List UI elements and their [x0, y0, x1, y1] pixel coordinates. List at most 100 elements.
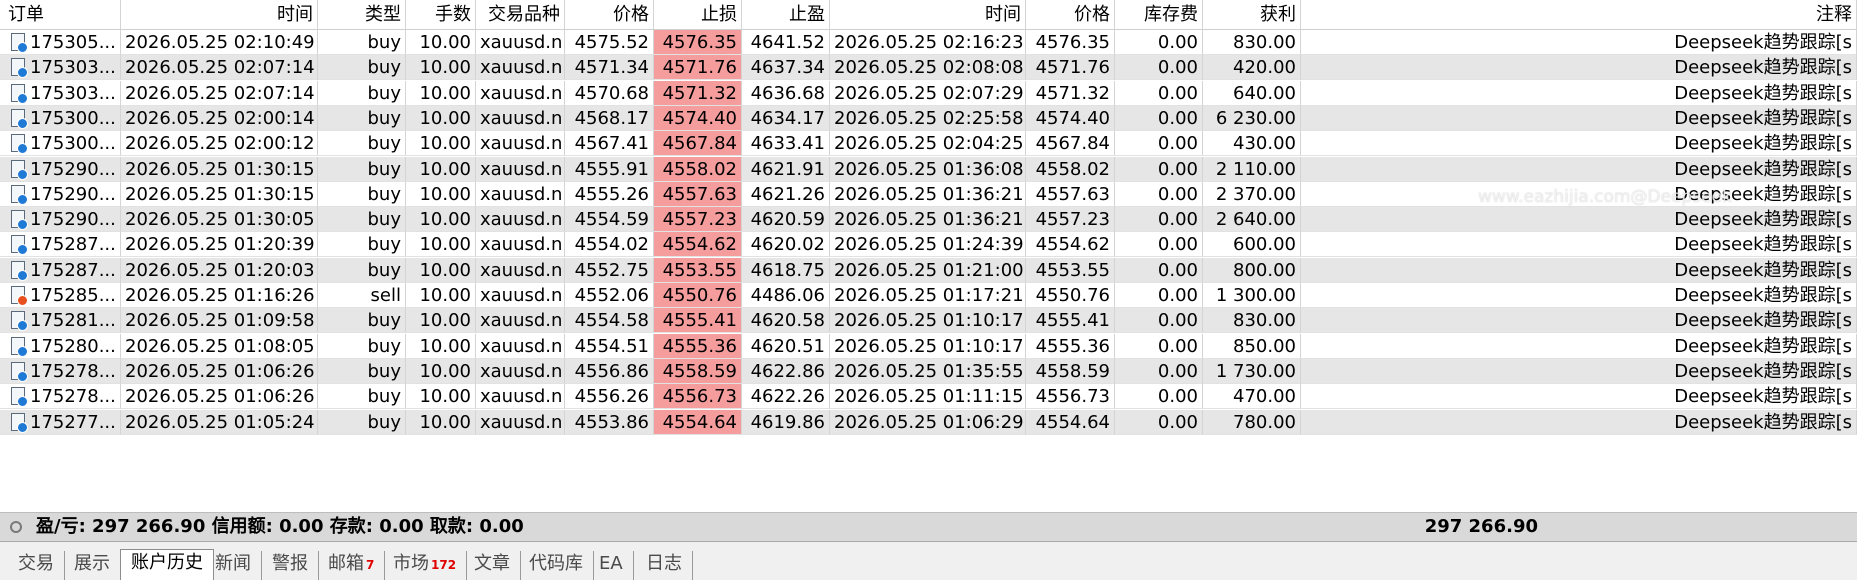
- table-row[interactable]: 175287... 2026.05.25 01:20:39 buy 10.00 xauu…: [0, 232, 1857, 258]
- column-header-profit[interactable]: 获利: [1203, 0, 1301, 30]
- buy-order-icon: [11, 210, 28, 231]
- cell-type: buy: [318, 207, 406, 233]
- column-header-symbol[interactable]: 交易品种: [476, 0, 565, 30]
- cell-open-time: 2026.05.25 01:06:26: [121, 358, 318, 384]
- tab-label: 新闻: [215, 553, 251, 574]
- table-row[interactable]: 175300... 2026.05.25 02:00:14 buy 10.00 xauu…: [0, 105, 1857, 131]
- tab-5[interactable]: 邮箱 7: [318, 551, 386, 580]
- cell-profit: 830.00: [1203, 308, 1301, 334]
- cell-close-time: 2026.05.25 02:08:08: [830, 55, 1026, 81]
- table-row[interactable]: 175280... 2026.05.25 01:08:05 buy 10.00 xauu…: [0, 333, 1857, 359]
- cell-close-time: 2026.05.25 01:36:21: [830, 181, 1026, 207]
- cell-profit: 600.00: [1203, 232, 1301, 258]
- tab-10[interactable]: 日志: [636, 551, 693, 580]
- cell-take-profit: 4619.86: [742, 409, 830, 435]
- cell-lots: 10.00: [406, 409, 476, 435]
- cell-close-time: 2026.05.25 02:04:25: [830, 131, 1026, 157]
- tab-4[interactable]: 警报: [262, 551, 319, 580]
- cell-stop-loss: 4567.84: [654, 131, 742, 157]
- column-header-stop-loss[interactable]: 止损: [654, 0, 742, 30]
- table-row[interactable]: 175278... 2026.05.25 01:06:26 buy 10.00 xauu…: [0, 358, 1857, 384]
- buy-order-icon: [11, 184, 28, 205]
- cell-type: sell: [318, 283, 406, 308]
- cell-take-profit: 4634.17: [742, 105, 830, 131]
- cell-close-price: 4576.35: [1026, 30, 1115, 55]
- table-row[interactable]: 175277... 2026.05.25 01:05:24 buy 10.00 xauu…: [0, 409, 1857, 435]
- cell-take-profit: 4486.06: [742, 283, 830, 308]
- column-header-close-time[interactable]: 时间: [830, 0, 1026, 30]
- cell-lots: 10.00: [406, 80, 476, 106]
- cell-comment: Deepseek趋势跟踪[s: [1301, 156, 1857, 182]
- cell-take-profit: 4622.26: [742, 384, 830, 410]
- tab-8[interactable]: 代码库: [519, 551, 594, 580]
- table-row[interactable]: 175300... 2026.05.25 02:00:12 buy 10.00 xauu…: [0, 131, 1857, 157]
- order-status-dot-icon: [17, 193, 28, 205]
- cell-take-profit: 4620.51: [742, 333, 830, 359]
- table-row[interactable]: 175303... 2026.05.25 02:07:14 buy 10.00 xauu…: [0, 55, 1857, 81]
- cell-open-price: 4554.51: [565, 333, 654, 359]
- table-row[interactable]: 175281... 2026.05.25 01:09:58 buy 10.00 xauu…: [0, 308, 1857, 334]
- table-row[interactable]: 175285... 2026.05.25 01:16:26 sell 10.00 xau…: [0, 283, 1857, 308]
- cell-swap: 0.00: [1115, 232, 1203, 258]
- table-row[interactable]: 175278... 2026.05.25 01:06:26 buy 10.00 xauu…: [0, 384, 1857, 410]
- cell-open-time: 2026.05.25 02:07:14: [121, 80, 318, 106]
- order-status-dot-icon: [17, 92, 28, 104]
- cell-take-profit: 4620.02: [742, 232, 830, 258]
- column-header-type[interactable]: 类型: [318, 0, 406, 30]
- table-row[interactable]: 175305... 2026.05.25 02:10:49 buy 10.00 xauu…: [0, 30, 1857, 55]
- column-header-take-profit[interactable]: 止盈: [742, 0, 830, 30]
- cell-swap: 0.00: [1115, 30, 1203, 55]
- table-row[interactable]: 175303... 2026.05.25 02:07:14 buy 10.00 xauu…: [0, 80, 1857, 106]
- cell-symbol: xauusd.n: [476, 207, 565, 233]
- cell-lots: 10.00: [406, 207, 476, 233]
- cell-close-time: 2026.05.25 01:06:29: [830, 409, 1026, 435]
- buy-order-icon: [11, 134, 28, 155]
- column-header-comment[interactable]: 注释: [1301, 0, 1857, 30]
- cell-close-time: 2026.05.25 01:21:00: [830, 257, 1026, 283]
- cell-close-time: 2026.05.25 02:16:23: [830, 30, 1026, 55]
- table-row[interactable]: 175290... 2026.05.25 01:30:15 buy 10.00 xauu…: [0, 181, 1857, 207]
- column-header-open-price[interactable]: 价格: [565, 0, 654, 30]
- cell-comment: Deepseek趋势跟踪[s: [1301, 384, 1857, 410]
- sell-order-icon: [11, 286, 28, 306]
- cell-stop-loss: 4554.64: [654, 409, 742, 435]
- cell-swap: 0.00: [1115, 80, 1203, 106]
- column-header-close-price[interactable]: 价格: [1026, 0, 1115, 30]
- collapse-icon[interactable]: [10, 521, 22, 533]
- cell-open-price: 4556.26: [565, 384, 654, 410]
- tab-0[interactable]: 交易: [8, 551, 65, 580]
- column-header-open-time[interactable]: 时间: [121, 0, 318, 30]
- cell-type: buy: [318, 308, 406, 334]
- column-header-swap[interactable]: 库存费: [1115, 0, 1203, 30]
- table-row[interactable]: 175290... 2026.05.25 01:30:05 buy 10.00 xauu…: [0, 207, 1857, 233]
- table-row[interactable]: 175287... 2026.05.25 01:20:03 buy 10.00 xauu…: [0, 257, 1857, 283]
- cell-open-time: 2026.05.25 01:30:15: [121, 156, 318, 182]
- cell-take-profit: 4618.75: [742, 257, 830, 283]
- column-header-lots[interactable]: 手数: [406, 0, 476, 30]
- cell-open-time: 2026.05.25 01:09:58: [121, 308, 318, 334]
- cell-lots: 10.00: [406, 55, 476, 81]
- tab-3[interactable]: 新闻: [205, 551, 262, 580]
- tab-9[interactable]: EA: [589, 551, 634, 580]
- tab-label: 账户历史: [131, 552, 203, 573]
- buy-order-icon: [11, 159, 28, 180]
- cell-comment: Deepseek趋势跟踪[s: [1301, 80, 1857, 106]
- cell-close-time: 2026.05.25 02:25:58: [830, 105, 1026, 131]
- cell-symbol: xauusd.n: [476, 105, 565, 131]
- tab-6[interactable]: 市场 172: [383, 551, 468, 580]
- tab-1[interactable]: 展示: [64, 551, 121, 580]
- tab-7[interactable]: 文章: [464, 551, 521, 580]
- tab-label: 邮箱: [328, 553, 364, 574]
- cell-swap: 0.00: [1115, 181, 1203, 207]
- table-row[interactable]: 175290... 2026.05.25 01:30:15 buy 10.00 xauu…: [0, 156, 1857, 182]
- cell-lots: 10.00: [406, 308, 476, 334]
- cell-comment: Deepseek趋势跟踪[s: [1301, 283, 1857, 308]
- cell-stop-loss: 4557.63: [654, 181, 742, 207]
- cell-close-time: 2026.05.25 01:11:15: [830, 384, 1026, 410]
- cell-type: buy: [318, 409, 406, 435]
- cell-lots: 10.00: [406, 358, 476, 384]
- tab-2[interactable]: 账户历史: [120, 549, 214, 580]
- column-header-order[interactable]: 订单: [0, 0, 121, 30]
- cell-take-profit: 4637.34: [742, 55, 830, 81]
- cell-stop-loss: 4557.23: [654, 207, 742, 233]
